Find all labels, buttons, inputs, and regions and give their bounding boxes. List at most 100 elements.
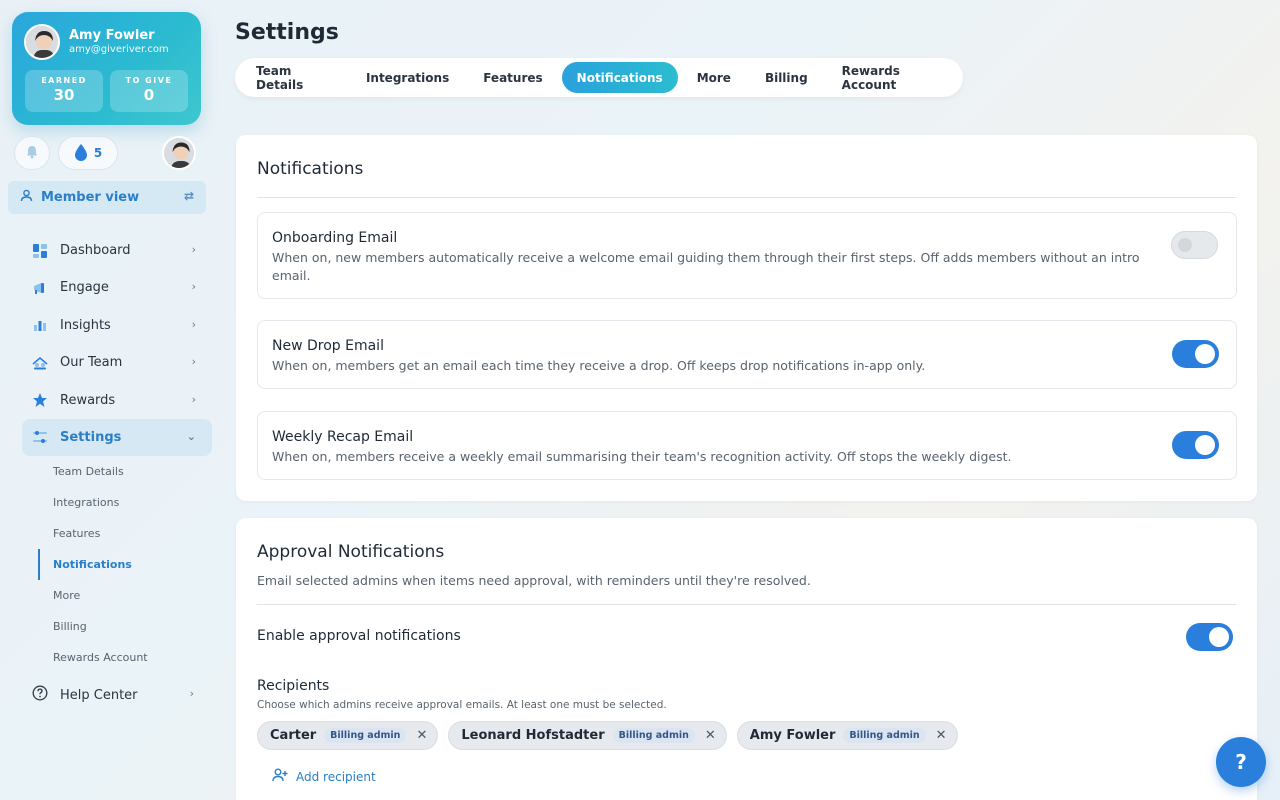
recipient-chip: Carter Billing admin ✕: [257, 721, 439, 750]
new-drop-email-title: New Drop Email: [272, 338, 384, 354]
member-view-label: Member view: [41, 190, 140, 205]
close-icon[interactable]: ✕: [705, 728, 716, 743]
sidebar-item-label: Settings: [60, 429, 122, 445]
notifications-title: Notifications: [257, 159, 364, 179]
question-circle-icon: [32, 685, 48, 705]
onboarding-email-desc: When on, new members automatically recei…: [272, 250, 1140, 283]
chevron-right-icon: ›: [191, 243, 196, 256]
earned-value: 30: [53, 86, 75, 104]
tab-notifications[interactable]: Notifications: [561, 62, 678, 93]
subnav-item-notifications[interactable]: Notifications: [38, 549, 198, 580]
chevron-right-icon: ›: [191, 392, 196, 406]
tab-features[interactable]: Features: [468, 62, 557, 93]
swap-icon: ⇄: [183, 189, 194, 203]
new-drop-email-row: New Drop Email When on, members get an e…: [257, 320, 1237, 389]
recipient-name: Amy Fowler: [749, 728, 836, 743]
sidebar-item-label: Our Team: [60, 355, 123, 371]
close-icon[interactable]: ✕: [936, 728, 947, 743]
add-recipient-button[interactable]: Add recipient: [272, 768, 376, 785]
recipient-role-badge: Billing admin: [324, 728, 407, 743]
subnav-item-billing[interactable]: Billing: [38, 611, 198, 642]
avatar: [24, 24, 60, 60]
user-avatar-button[interactable]: [162, 136, 196, 170]
recipient-name: Carter: [270, 728, 317, 743]
star-icon: [32, 392, 48, 408]
new-drop-email-desc: When on, members get an email each time …: [272, 358, 926, 373]
bell-icon: [25, 144, 39, 163]
onboarding-email-row: Onboarding Email When on, new members au…: [257, 212, 1237, 299]
sidebar-nav: Dashboard › Engage › Insights › Our Team…: [22, 232, 212, 456]
notifications-card: Notifications Onboarding Email When on, …: [236, 135, 1257, 501]
subnav-item-team-details[interactable]: Team Details: [38, 456, 198, 487]
notifications-bell-button[interactable]: [14, 136, 50, 170]
weekly-recap-email-title: Weekly Recap Email: [272, 429, 414, 445]
sidebar-item-insights[interactable]: Insights ›: [22, 307, 212, 344]
new-drop-email-toggle[interactable]: [1172, 340, 1219, 368]
chevron-right-icon: ›: [189, 687, 194, 700]
member-view-switch[interactable]: Member view ⇄: [8, 181, 206, 214]
chevron-right-icon: ›: [191, 317, 196, 331]
user-icon: [20, 189, 33, 206]
onboarding-email-toggle[interactable]: [1171, 231, 1218, 259]
recipient-name: Leonard Hofstadter: [461, 728, 605, 743]
tab-team-details[interactable]: Team Details: [241, 62, 347, 93]
chevron-down-icon: ⌄: [186, 429, 196, 443]
tab-more[interactable]: More: [682, 62, 746, 93]
megaphone-icon: [32, 280, 48, 296]
dashboard-icon: [32, 243, 48, 259]
divider: [257, 604, 1236, 605]
add-user-icon: [272, 768, 288, 785]
close-icon[interactable]: ✕: [416, 728, 427, 743]
help-center-label: Help Center: [60, 687, 138, 703]
enable-approval-toggle[interactable]: [1186, 623, 1233, 651]
recipient-role-badge: Billing admin: [612, 728, 695, 743]
to-give-label: TO GIVE: [125, 76, 173, 85]
bar-chart-icon: [32, 317, 48, 333]
approval-notifications-card: Approval Notifications Email selected ad…: [236, 518, 1257, 800]
subnav-item-integrations[interactable]: Integrations: [38, 487, 198, 518]
chevron-right-icon: ›: [191, 280, 196, 294]
help-button[interactable]: ?: [1216, 737, 1266, 787]
subnav-item-features[interactable]: Features: [38, 518, 198, 549]
sidebar: Amy Fowler amy@giveriver.com EARNED 30 T…: [0, 0, 220, 800]
to-give-value: 0: [143, 86, 155, 104]
sidebar-item-our-team[interactable]: Our Team ›: [22, 344, 212, 381]
sidebar-item-label: Rewards: [60, 392, 116, 408]
approval-title: Approval Notifications: [257, 542, 445, 562]
enable-approval-label: Enable approval notifications: [257, 628, 461, 644]
sidebar-item-rewards[interactable]: Rewards ›: [22, 382, 212, 419]
weekly-recap-email-desc: When on, members receive a weekly email …: [272, 449, 1012, 464]
sidebar-item-engage[interactable]: Engage ›: [22, 269, 212, 306]
profile-card[interactable]: Amy Fowler amy@giveriver.com EARNED 30 T…: [12, 12, 201, 125]
subnav-item-rewards-account[interactable]: Rewards Account: [38, 642, 198, 673]
settings-subnav: Team Details Integrations Features Notif…: [38, 456, 198, 673]
earned-label: EARNED: [41, 76, 87, 85]
subnav-item-more[interactable]: More: [38, 580, 198, 611]
tab-rewards-account[interactable]: Rewards Account: [827, 62, 959, 93]
chevron-right-icon: ›: [191, 355, 196, 369]
page-title: Settings: [235, 20, 339, 45]
tab-billing[interactable]: Billing: [750, 62, 823, 93]
weekly-recap-email-row: Weekly Recap Email When on, members rece…: [257, 411, 1237, 480]
sidebar-item-dashboard[interactable]: Dashboard ›: [22, 232, 212, 269]
sidebar-item-help-center[interactable]: Help Center ›: [32, 680, 202, 710]
drops-count: 5: [93, 146, 103, 160]
weekly-recap-email-toggle[interactable]: [1172, 431, 1219, 459]
to-give-stat: TO GIVE 0: [110, 70, 188, 112]
onboarding-email-title: Onboarding Email: [272, 230, 398, 246]
team-icon: [32, 355, 48, 371]
settings-sliders-icon: [32, 429, 48, 445]
recipients-title: Recipients: [257, 678, 330, 694]
settings-tabs: Team Details Integrations Features Notif…: [235, 58, 963, 97]
approval-desc: Email selected admins when items need ap…: [257, 573, 811, 588]
add-recipient-label: Add recipient: [296, 769, 376, 784]
recipient-chip: Leonard Hofstadter Billing admin ✕: [448, 721, 727, 750]
profile-name: Amy Fowler: [69, 28, 155, 43]
divider: [257, 197, 1236, 198]
sidebar-item-label: Engage: [60, 280, 109, 296]
sidebar-item-settings[interactable]: Settings ⌄: [22, 418, 212, 456]
drops-balance-button[interactable]: 5: [58, 136, 118, 170]
recipients-hint: Choose which admins receive approval ema…: [257, 699, 667, 711]
profile-email: amy@giveriver.com: [69, 44, 169, 55]
tab-integrations[interactable]: Integrations: [351, 62, 464, 93]
